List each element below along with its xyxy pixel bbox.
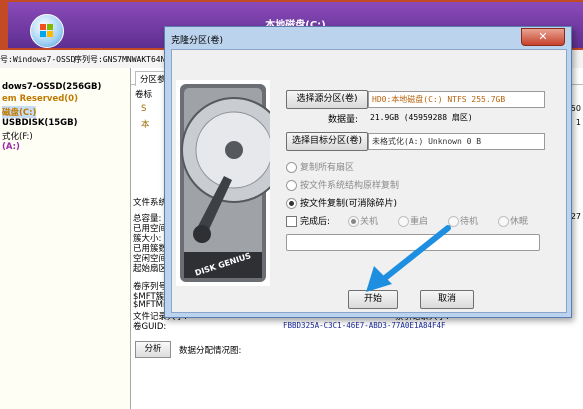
disk-model-label: 号:Windows7-OSSD	[0, 55, 76, 64]
radio-hibernate[interactable]	[498, 216, 509, 227]
data-distribution-label: 数据分配情况图:	[179, 346, 242, 356]
radio-copy-fs-structure[interactable]	[286, 180, 297, 191]
after-finish-checkbox[interactable]	[286, 216, 297, 227]
option-copy-fs-structure: 按文件系统结构原样复制	[300, 181, 400, 191]
disk-serial-label: 序列号:GNS7MNWAKT64NA	[74, 55, 171, 64]
radio-restart[interactable]	[398, 216, 409, 227]
option-restart: 重启	[410, 217, 429, 227]
tree-item-a[interactable]: (A:)	[2, 142, 20, 152]
option-hibernate: 休眠	[510, 217, 529, 227]
row-value: 1	[575, 118, 581, 127]
analyze-button[interactable]: 分析	[135, 341, 171, 358]
column-header-label: 卷标	[135, 90, 153, 100]
table-row[interactable]: 本	[141, 118, 150, 130]
volume-guid-value: FBBD325A-C3C1-46E7-ABD3-77A0E1A84F4F	[283, 321, 446, 330]
radio-copy-by-file[interactable]	[286, 198, 297, 209]
tree-item-unformatted-f[interactable]: 式化(F:)	[2, 130, 33, 142]
data-amount-value: 21.9GB (45959288 扇区)	[370, 113, 473, 122]
filesystem-label: 文件系统	[133, 198, 168, 208]
table-row[interactable]: S	[141, 104, 146, 114]
tree-item-local-c[interactable]: 磁盘(C:)	[2, 106, 37, 118]
dialog-title: 克隆分区(卷)	[171, 36, 224, 46]
cancel-button[interactable]: 取消	[420, 290, 474, 309]
hard-disk-image: DISK GENIUS	[176, 80, 287, 286]
data-amount-label: 数据量:	[328, 115, 359, 125]
select-source-button[interactable]: 选择源分区(卷)	[286, 90, 368, 109]
option-standby: 待机	[460, 217, 479, 227]
close-icon[interactable]: ✕	[521, 28, 565, 46]
windows-logo-icon	[30, 14, 64, 48]
volume-guid-label: 卷GUID:	[133, 322, 167, 332]
select-target-button[interactable]: 选择目标分区(卷)	[286, 132, 368, 151]
option-copy-by-file: 按文件复制(可消除碎片)	[300, 199, 398, 209]
tree-item-usbdisk[interactable]: USBDISK(15GB)	[2, 118, 77, 128]
clone-partition-dialog: 克隆分区(卷) ✕ DISK GENIUS 选择源分区(卷) HD0:本地磁盘(…	[164, 26, 572, 318]
tree-item-disk[interactable]: dows7-OSSD(256GB)	[2, 82, 101, 92]
tree-item-system-reserved[interactable]: em Reserved(0)	[2, 94, 78, 104]
radio-standby[interactable]	[448, 216, 459, 227]
start-button[interactable]: 开始	[348, 290, 398, 309]
option-shutdown: 关机	[360, 217, 379, 227]
radio-copy-all-sectors[interactable]	[286, 162, 297, 173]
source-partition-field: HD0:本地磁盘(C:) NTFS 255.7GB	[368, 91, 545, 108]
stat-right-value: 27	[570, 212, 581, 221]
target-partition-field: 未格式化(A:) Unknown 0 B	[368, 133, 545, 150]
dialog-body: DISK GENIUS 选择源分区(卷) HD0:本地磁盘(C:) NTFS 2…	[171, 49, 567, 313]
stat-start-sector: 起始扇区	[133, 264, 168, 274]
progress-bar	[286, 234, 540, 251]
after-finish-label: 完成后:	[300, 217, 331, 227]
disk-tree-panel[interactable]: dows7-OSSD(256GB) em Reserved(0) 磁盘(C:) …	[0, 68, 131, 409]
option-copy-all-sectors: 复制所有扇区	[300, 163, 355, 173]
radio-shutdown[interactable]	[348, 216, 359, 227]
